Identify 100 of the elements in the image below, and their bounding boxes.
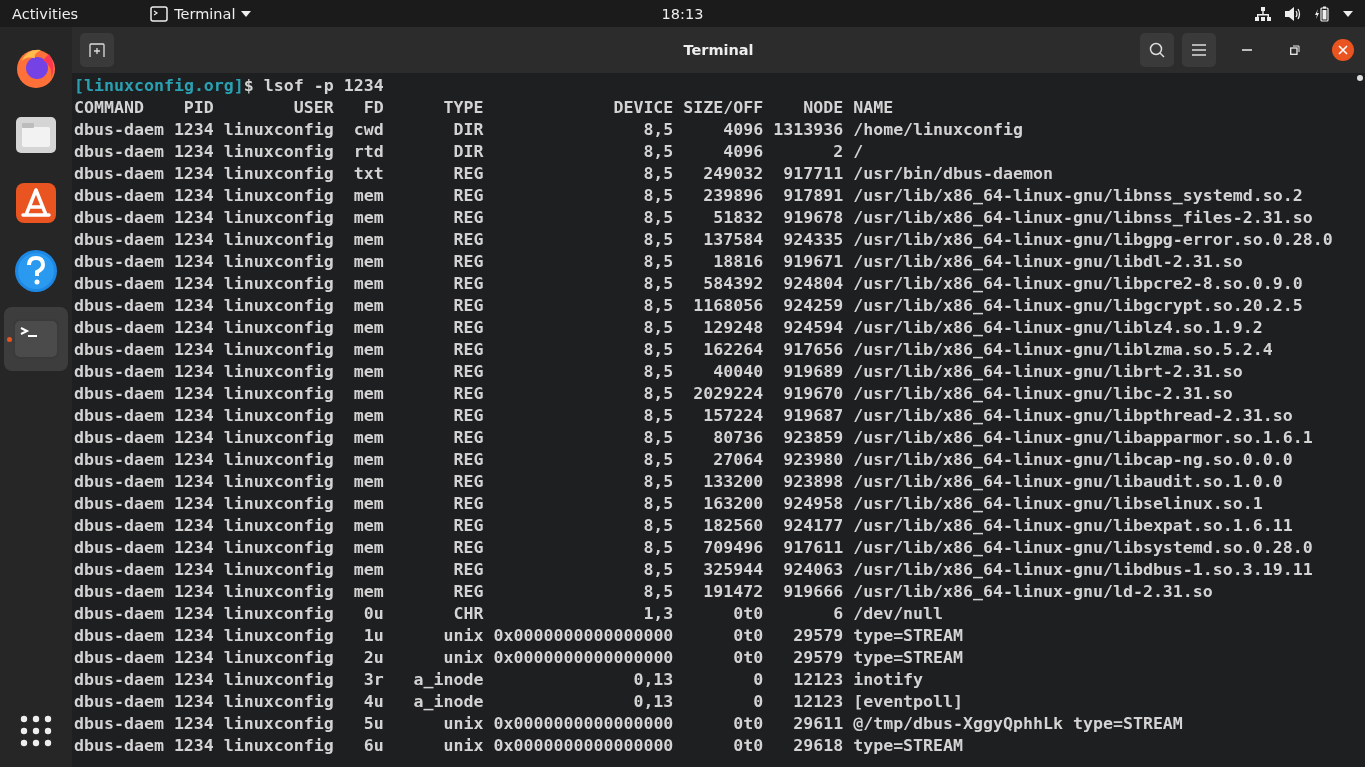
output-cell: 0x0000000000000000 [493,713,674,735]
output-cell: 8,5 [643,383,674,405]
column-header: NODE [803,97,844,119]
output-cell: 924594 [783,317,844,339]
menu-button[interactable] [1182,33,1216,67]
output-cell: mem [353,471,384,493]
output-cell: 709496 [703,537,764,559]
output-cell: linuxconfig [223,405,334,427]
output-cell: dbus-daem [74,515,164,537]
close-icon [1338,45,1348,55]
output-cell: dbus-daem [74,449,164,471]
store-icon [14,181,58,225]
activities-button[interactable]: Activities [12,5,79,22]
output-cell: /usr/lib/x86_64-linux-gnu/libc-2.31.so [853,383,1233,405]
output-cell: mem [353,405,384,427]
output-cell: 919687 [783,405,844,427]
new-tab-icon [89,43,105,57]
output-cell: dbus-daem [74,163,164,185]
app-menu[interactable]: Terminal [150,5,252,22]
clock[interactable]: 18:13 [661,5,704,22]
output-cell: 1234 [173,581,214,603]
output-cell: 12123 [793,691,844,713]
output-cell: dbus-daem [74,251,164,273]
output-cell: mem [353,317,384,339]
caret-icon [241,10,252,17]
output-cell: [eventpoll] [853,691,964,713]
output-cell: 1234 [173,317,214,339]
output-cell: 3r [363,669,384,691]
output-cell: type=STREAM [853,625,964,647]
output-cell: txt [353,163,384,185]
output-cell: /usr/lib/x86_64-linux-gnu/libdl-2.31.so [853,251,1243,273]
output-cell: linuxconfig [223,559,334,581]
new-tab-button[interactable] [80,33,114,67]
output-cell: 8,5 [643,163,674,185]
output-cell: CHR [453,603,484,625]
output-cell: 1234 [173,603,214,625]
output-cell: 325944 [703,559,764,581]
output-cell: 8,5 [643,185,674,207]
output-cell: linuxconfig [223,339,334,361]
output-cell: linuxconfig [223,119,334,141]
output-cell: /usr/lib/x86_64-linux-gnu/libsystemd.so.0.28.0 [853,537,1313,559]
output-cell: REG [453,383,484,405]
output-cell: dbus-daem [74,493,164,515]
output-cell: 29579 [793,647,844,669]
output-cell: 1234 [173,163,214,185]
output-cell: 249032 [703,163,764,185]
output-cell: 29618 [793,735,844,757]
output-cell: /usr/lib/x86_64-linux-gnu/libapparmor.so.1.6.1 [853,427,1313,449]
command-text: $ lsof -p 1234 [243,75,384,97]
output-cell: dbus-daem [74,559,164,581]
help-icon [13,248,59,294]
output-cell: 137584 [703,229,764,251]
output-cell: 2029224 [693,383,764,405]
output-cell: 923859 [783,427,844,449]
output-cell: REG [453,449,484,471]
output-cell: 924335 [783,229,844,251]
output-cell: /usr/lib/x86_64-linux-gnu/ld-2.31.so [853,581,1213,603]
output-cell: 1234 [173,537,214,559]
output-cell: 924177 [783,515,844,537]
output-cell: 1u [363,625,384,647]
close-button[interactable] [1332,39,1354,61]
output-cell: 919671 [783,251,844,273]
column-header: NAME [853,97,894,119]
output-cell: dbus-daem [74,273,164,295]
output-cell: dbus-daem [74,713,164,735]
output-cell: mem [353,295,384,317]
output-cell: unix [443,713,484,735]
output-cell: 919666 [783,581,844,603]
output-cell: /usr/lib/x86_64-linux-gnu/libnss_files-2.31.so [853,207,1313,229]
output-cell: REG [453,405,484,427]
output-cell: linuxconfig [223,141,334,163]
output-cell: dbus-daem [74,119,164,141]
output-cell: REG [453,295,484,317]
output-cell: 8,5 [643,449,674,471]
output-cell: /usr/lib/x86_64-linux-gnu/liblz4.so.1.9.2 [853,317,1263,339]
output-cell: 0t0 [733,603,764,625]
output-cell: 8,5 [643,361,674,383]
output-cell: linuxconfig [223,185,334,207]
output-cell: 0 [753,669,764,691]
output-cell: mem [353,559,384,581]
output-cell: 924259 [783,295,844,317]
output-cell: 8,5 [643,317,674,339]
output-cell: dbus-daem [74,141,164,163]
output-cell: 1234 [173,339,214,361]
output-cell: 1234 [173,449,214,471]
output-cell: dbus-daem [74,669,164,691]
output-cell: REG [453,515,484,537]
scrollbar[interactable] [1357,75,1363,81]
output-cell: dbus-daem [74,471,164,493]
output-cell: rtd [353,141,384,163]
output-cell: /usr/bin/dbus-daemon [853,163,1053,185]
output-cell: 27064 [713,449,764,471]
output-cell: 1168056 [693,295,764,317]
output-cell: 133200 [703,471,764,493]
output-cell: REG [453,339,484,361]
search-button[interactable] [1140,33,1174,67]
output-cell: linuxconfig [223,647,334,669]
output-cell: 12123 [793,669,844,691]
output-cell: /usr/lib/x86_64-linux-gnu/libselinux.so.1 [853,493,1263,515]
output-cell: 923980 [783,449,844,471]
